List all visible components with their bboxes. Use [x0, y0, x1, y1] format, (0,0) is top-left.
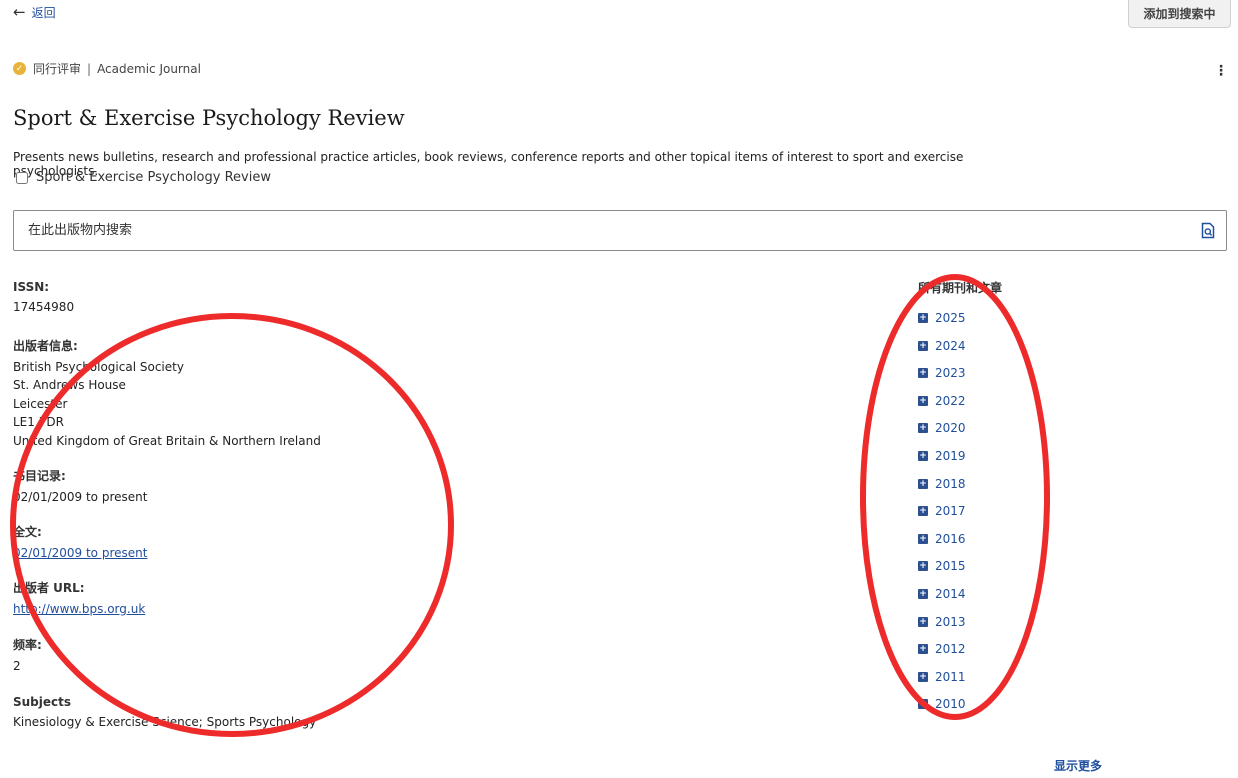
more-options-icon[interactable]: ⋮ [1214, 64, 1228, 78]
fulltext-link[interactable]: 02/01/2009 to present [13, 546, 147, 560]
publisher-line: Leicester [13, 396, 68, 411]
subjects-label: Subjects [13, 695, 72, 709]
publisher-value: British Psychological Society St. Andrew… [13, 358, 321, 450]
publisher-url-label: 出版者 URL: [13, 581, 85, 595]
search-input[interactable] [14, 211, 1190, 250]
expand-plus-icon: + [918, 395, 928, 406]
show-more-link[interactable]: 显示更多 [1054, 757, 1102, 774]
expand-plus-icon: + [918, 451, 928, 461]
publisher-line: United Kingdom of Great Britain & Northe… [13, 433, 321, 448]
expand-plus-icon: + [918, 313, 928, 323]
separator: | [87, 61, 92, 76]
year-item-2017[interactable]: +2017 [918, 504, 966, 518]
fulltext-label: 全文: [13, 525, 42, 539]
records-label: 书目记录: [13, 469, 66, 483]
publisher-url-field: 出版者 URL: http://www.bps.org.uk [13, 579, 145, 618]
expand-plus-icon: + [918, 368, 928, 379]
back-link[interactable]: ← 返回 [13, 4, 56, 21]
search-button[interactable] [1190, 211, 1226, 250]
frequency-label: 频率: [13, 638, 42, 652]
publication-checkbox-row[interactable]: Sport & Exercise Psychology Review [16, 170, 271, 185]
year-item-2015[interactable]: +2015 [918, 559, 966, 573]
publication-checkbox[interactable] [16, 171, 28, 184]
year-item-2016[interactable]: +2016 [918, 532, 966, 546]
year-item-2012[interactable]: +2012 [918, 642, 966, 656]
year-item-2011[interactable]: +2011 [918, 670, 966, 684]
fulltext-field: 全文: 02/01/2009 to present [13, 523, 147, 562]
peer-review-row: ✓ 同行评审 | Academic Journal [13, 60, 201, 77]
publisher-line: St. Andrews House [13, 378, 126, 393]
publisher-field: 出版者信息: British Psychological Society St.… [13, 337, 321, 450]
expand-plus-icon: + [918, 644, 928, 655]
year-item-2025[interactable]: +2025 [918, 311, 966, 325]
document-search-icon [1201, 222, 1215, 239]
publication-search-box [13, 210, 1227, 251]
year-item-2013[interactable]: +2013 [918, 615, 966, 629]
frequency-field: 频率: 2 [13, 636, 42, 675]
expand-plus-icon: + [918, 561, 928, 572]
subjects-value: Kinesiology & Exercise Science; Sports P… [13, 715, 317, 729]
year-item-2020[interactable]: +2020 [918, 421, 966, 435]
expand-plus-icon: + [918, 423, 928, 434]
expand-plus-icon: + [918, 589, 928, 599]
peer-reviewed-check-icon: ✓ [13, 62, 26, 75]
publisher-line: British Psychological Society [13, 360, 184, 374]
year-item-2018[interactable]: +2018 [918, 477, 966, 491]
back-arrow-icon: ← [13, 3, 26, 21]
page-title: Sport & Exercise Psychology Review [13, 106, 405, 130]
expand-plus-icon: + [918, 478, 928, 489]
expand-plus-icon: + [918, 533, 928, 544]
year-item-2023[interactable]: +2023 [918, 366, 966, 380]
year-item-2010[interactable]: +2010 [918, 697, 966, 711]
peer-review-label: 同行评审 [33, 62, 82, 76]
records-field: 书目记录: 02/01/2009 to present [13, 467, 147, 506]
page: ← 返回 添加到搜索中 ✓ 同行评审 | Academic Journal ⋮ … [0, 0, 1238, 778]
expand-plus-icon: + [918, 340, 928, 351]
expand-plus-icon: + [918, 699, 928, 710]
back-label: 返回 [31, 6, 56, 20]
issn-label: ISSN: [13, 280, 50, 294]
issn-value: 17454980 [13, 300, 75, 314]
expand-plus-icon: + [918, 671, 928, 682]
publisher-url-link[interactable]: http://www.bps.org.uk [13, 602, 145, 616]
expand-plus-icon: + [918, 616, 928, 627]
year-item-2019[interactable]: +2019 [918, 449, 966, 463]
checkbox-label: Sport & Exercise Psychology Review [36, 170, 271, 185]
year-item-2014[interactable]: +2014 [918, 587, 966, 601]
all-issues-heading: 所有期刊和文章 [918, 281, 1003, 295]
publisher-label: 出版者信息: [13, 339, 78, 353]
expand-plus-icon: + [918, 506, 928, 517]
year-item-2024[interactable]: +2024 [918, 339, 966, 353]
publisher-line: LE1 7DR [13, 415, 64, 430]
subjects-field: Subjects Kinesiology & Exercise Science;… [13, 695, 316, 731]
records-value: 02/01/2009 to present [13, 490, 148, 504]
frequency-value: 2 [13, 659, 21, 673]
issn-field: ISSN: 17454980 [13, 280, 74, 316]
add-to-search-button[interactable]: 添加到搜索中 [1128, 0, 1231, 28]
year-item-2022[interactable]: +2022 [918, 394, 966, 408]
publication-type: Academic Journal [97, 61, 201, 76]
